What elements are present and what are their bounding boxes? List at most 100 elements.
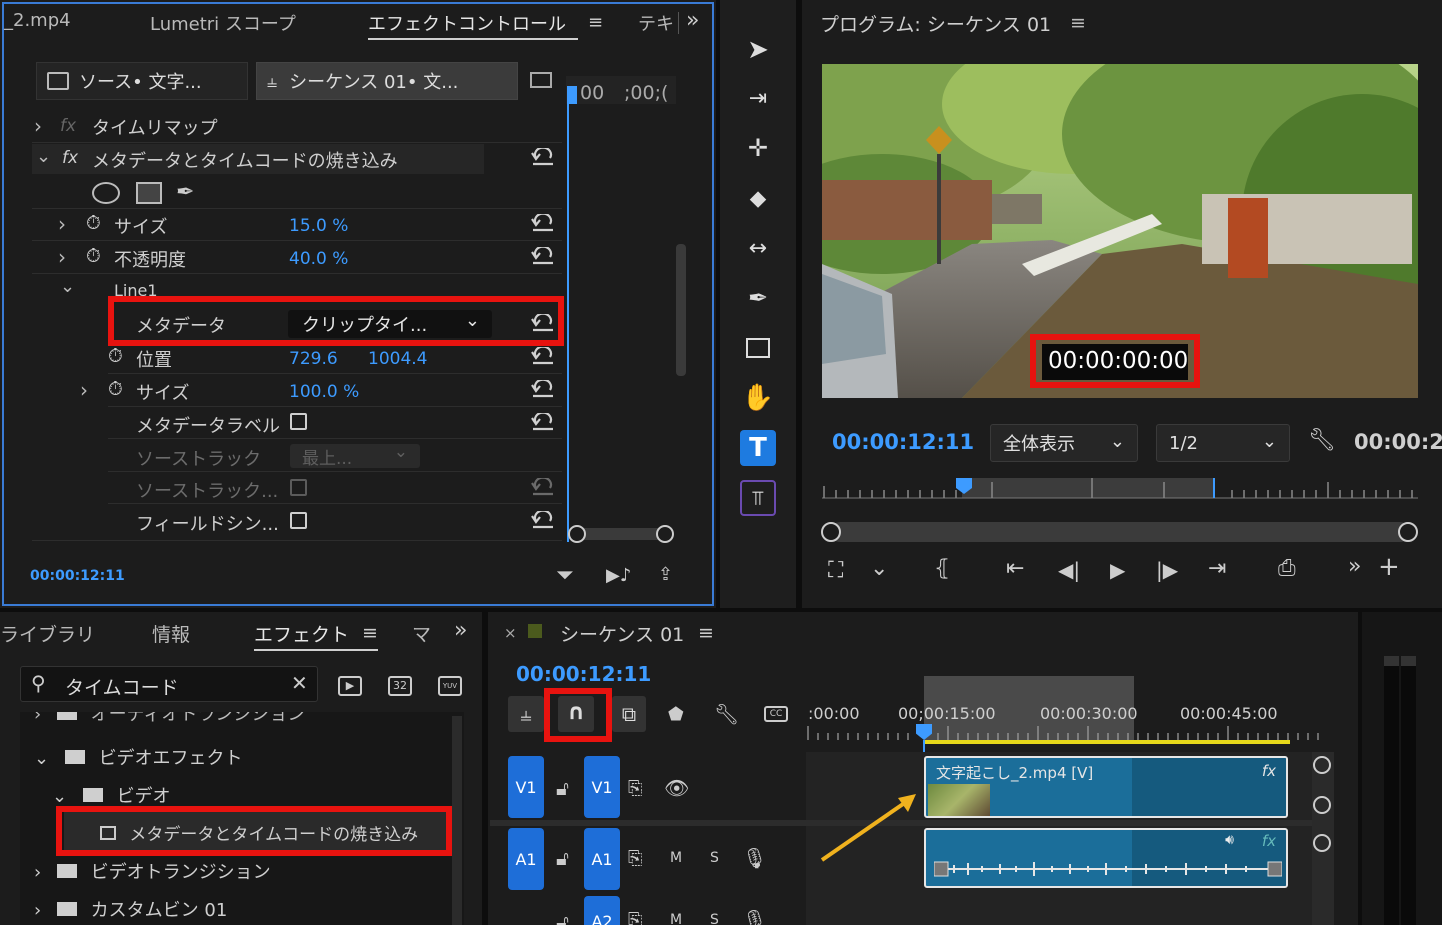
reset-icon[interactable]: [530, 347, 556, 367]
solo-button[interactable]: S: [710, 850, 719, 866]
size2-value[interactable]: 100.0 %: [289, 382, 359, 402]
export-frame-icon[interactable]: ⎙: [1278, 556, 1296, 581]
tab-info[interactable]: 情報: [152, 620, 190, 647]
mark-in-icon[interactable]: ⦃: [934, 556, 950, 581]
rectangle-mask-icon[interactable]: [136, 182, 162, 204]
ellipse-mask-icon[interactable]: [92, 182, 120, 204]
burn-in-effect-row[interactable]: ⌄ fx メタデータとタイムコードの焼き込み: [32, 144, 484, 174]
resolution-dropdown[interactable]: 1/2 ⌄: [1156, 424, 1290, 462]
tree-item-custom-bin[interactable]: › カスタムビン 01: [34, 896, 227, 922]
program-ruler[interactable]: [822, 478, 1418, 502]
position-y[interactable]: 1004.4: [368, 349, 427, 369]
vertical-scrollbar[interactable]: [676, 244, 686, 376]
size-value[interactable]: 15.0 %: [289, 216, 348, 236]
stopwatch-icon[interactable]: ⏱: [108, 345, 123, 367]
reset-icon[interactable]: [530, 148, 556, 168]
tab-libraries[interactable]: ライブラリ: [0, 620, 95, 647]
metadata-label-checkbox[interactable]: [290, 413, 307, 430]
accelerated-effects-icon[interactable]: ▶: [338, 676, 362, 696]
reset-icon[interactable]: [530, 314, 556, 334]
more-controls-icon[interactable]: »: [1348, 554, 1361, 579]
tree-item-video-transition[interactable]: › ビデオトランジション: [34, 858, 271, 884]
timeline-timecode[interactable]: 00:00:12:11: [516, 662, 651, 686]
metadata-dropdown[interactable]: クリップタイ... ⌄: [288, 310, 492, 338]
chevron-right-icon[interactable]: ›: [80, 378, 88, 402]
stopwatch-icon[interactable]: ⏱: [86, 245, 101, 267]
microphone-icon[interactable]: 🎙︎: [742, 908, 767, 925]
rectangle-tool-icon[interactable]: [740, 330, 776, 366]
go-to-in-icon[interactable]: ⇤: [1006, 556, 1024, 581]
program-menu-icon[interactable]: ≡: [1070, 12, 1086, 34]
yuv-effects-icon[interactable]: YUV: [438, 676, 462, 696]
slip-tool-icon[interactable]: ↔: [740, 230, 776, 266]
go-to-out-icon[interactable]: ⇥: [1208, 556, 1226, 581]
source-track-dropdown[interactable]: 最上... ⌄: [290, 442, 420, 469]
step-forward-icon[interactable]: |▶: [1156, 558, 1178, 582]
time-remap-row[interactable]: › fx タイムリマップ: [32, 110, 562, 142]
ripple-edit-tool-icon[interactable]: ✛: [740, 130, 776, 166]
chevron-down-icon[interactable]: ⌄: [36, 146, 51, 167]
timeline-vscroll-handle-top[interactable]: [1313, 756, 1331, 774]
fit-dropdown[interactable]: 全体表示 ⌄: [990, 424, 1138, 462]
program-current-timecode[interactable]: 00:00:12:11: [832, 430, 974, 454]
field-sync-checkbox[interactable]: [290, 512, 307, 529]
reset-icon[interactable]: [530, 247, 556, 267]
hamburger-icon[interactable]: ≡: [698, 622, 714, 644]
panel-toggle-icon[interactable]: [530, 72, 552, 88]
chevron-right-icon[interactable]: ›: [34, 114, 42, 138]
add-marker-icon[interactable]: ⬟: [668, 704, 684, 725]
nest-toggle-icon[interactable]: ⫨: [508, 696, 544, 732]
v1-source-patch[interactable]: V1: [508, 756, 544, 818]
solo-button[interactable]: S: [710, 912, 719, 925]
play-audio-icon[interactable]: ▶♪: [606, 565, 631, 586]
reset-icon[interactable]: [530, 214, 556, 234]
sequence-tab[interactable]: ⫨ シーケンス 01• 文...: [256, 62, 518, 100]
microphone-icon[interactable]: 🎙︎: [742, 846, 767, 870]
program-scrollbar[interactable]: [830, 522, 1410, 542]
mute-button[interactable]: M: [670, 850, 682, 866]
snap-magnet-icon[interactable]: ∩: [558, 696, 594, 732]
tab-effects[interactable]: エフェクト: [254, 620, 349, 647]
captions-icon[interactable]: CC: [764, 706, 788, 722]
reset-icon[interactable]: [530, 511, 556, 531]
tab-effect-controls[interactable]: エフェクトコントロール: [368, 10, 566, 36]
tree-item-video[interactable]: ⌄ ビデオ: [52, 782, 171, 808]
type-tool-icon[interactable]: T: [740, 430, 776, 466]
more-tabs-icon[interactable]: »: [686, 8, 699, 33]
tab-lumetri-scopes[interactable]: Lumetri スコープ: [150, 10, 296, 36]
safe-margins-icon[interactable]: ⛶: [828, 558, 843, 583]
step-back-icon[interactable]: ◀|: [1058, 558, 1080, 582]
lock-icon[interactable]: 🔓︎: [556, 776, 569, 800]
mini-playhead-marker[interactable]: [567, 86, 577, 104]
v1-track-target[interactable]: V1: [584, 756, 620, 818]
chevron-right-icon[interactable]: ›: [58, 212, 66, 236]
a2-track-target[interactable]: A2: [584, 896, 620, 925]
tree-item-audio-transition[interactable]: › オーディオトランジション: [34, 712, 305, 726]
chevron-right-icon[interactable]: ›: [58, 245, 66, 269]
mute-button[interactable]: M: [670, 912, 682, 925]
sync-lock-icon[interactable]: ⎘: [628, 778, 642, 799]
video-clip[interactable]: 文字起こし_2.mp4 [V] fx: [924, 756, 1288, 818]
sync-lock-icon[interactable]: ⎘: [628, 910, 642, 925]
eye-icon[interactable]: 👁︎: [664, 776, 689, 800]
a1-track-target[interactable]: A1: [584, 828, 620, 890]
stopwatch-icon[interactable]: ⏱: [108, 378, 123, 400]
tab-markers[interactable]: マ: [412, 620, 431, 647]
reset-icon[interactable]: [530, 413, 556, 433]
hamburger-icon[interactable]: ≡: [362, 622, 378, 644]
audio-clip[interactable]: 🔊︎ fx: [924, 828, 1288, 888]
tab-clip[interactable]: _2.mp4: [4, 10, 71, 31]
effects-search-field[interactable]: ⚲ タイムコード ✕: [20, 666, 318, 702]
hand-tool-icon[interactable]: ✋: [740, 380, 776, 416]
effect-controls-timecode[interactable]: 00:00:12:11: [30, 568, 125, 584]
chevron-down-icon[interactable]: ⌄: [870, 556, 888, 581]
add-button-icon[interactable]: +: [1378, 552, 1400, 582]
more-tabs-icon[interactable]: »: [454, 618, 467, 643]
razor-tool-icon[interactable]: ⬥: [740, 180, 776, 216]
chevron-down-icon[interactable]: ⌄: [60, 276, 75, 297]
wrench-icon[interactable]: 🔧︎: [714, 702, 739, 726]
selection-tool-icon[interactable]: ➤: [740, 32, 776, 68]
tree-item-video-effects[interactable]: ⌄ ビデオエフェクト: [34, 744, 243, 770]
32bit-effects-icon[interactable]: 32: [388, 676, 412, 696]
lock-icon[interactable]: 🔓︎: [556, 910, 569, 925]
